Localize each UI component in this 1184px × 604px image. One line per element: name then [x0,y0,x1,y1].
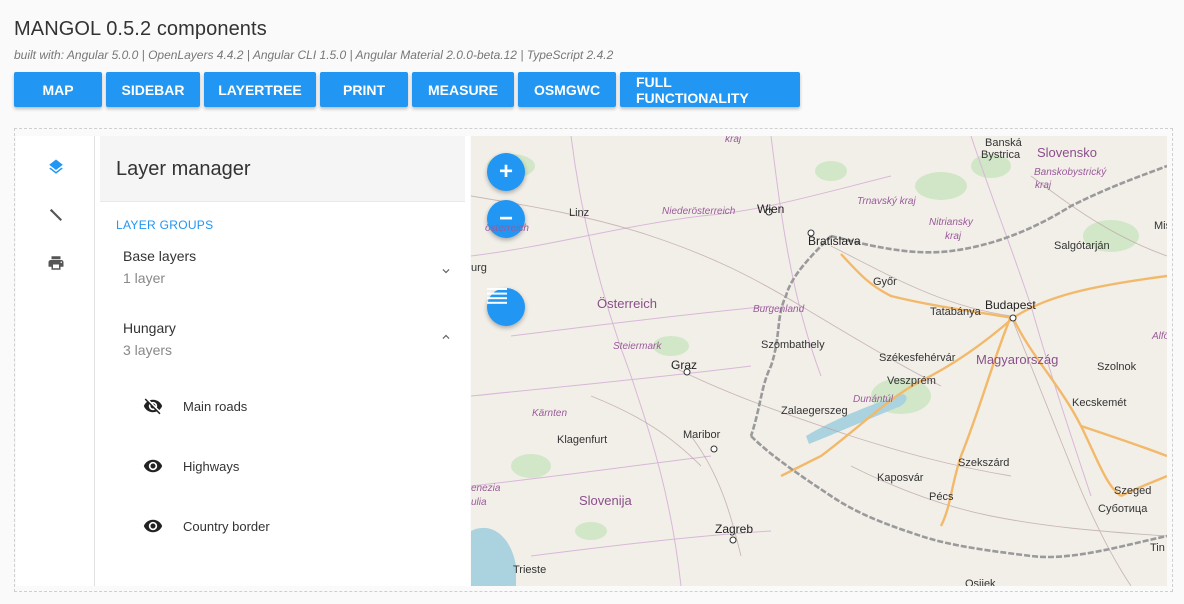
chevron-up-icon[interactable] [439,330,453,344]
eye-icon[interactable] [143,456,163,476]
map-label: Banská [985,137,1022,149]
group-name: Base layers [123,248,197,264]
map-label: Kärnten [532,408,568,419]
sidebar-icon-rail [16,136,95,586]
group-count: 1 layer [123,270,166,286]
map-label: Maribor [683,429,721,441]
layer-manager-title: Layer manager [116,158,251,180]
map-label: Salgótarján [1054,240,1110,252]
map-label: Klagenfurt [557,434,608,446]
map-label: Slovensko [1037,145,1097,160]
group-count: 3 layers [123,342,173,358]
map-label: Bystrica [981,149,1021,161]
map-label: Tatabánya [930,306,981,318]
map-label: Győr [873,276,897,288]
map-label: Székesfehérvár [879,352,956,364]
layer-manager-header: Layer manager [100,136,465,202]
eye-off-icon[interactable] [143,396,163,416]
layer-label: Country border [183,518,270,534]
map-button[interactable]: MAP [14,72,102,107]
map-label: Szolnok [1097,361,1137,373]
map-label: kraj [1035,180,1052,191]
map-label: Graz [671,358,698,372]
measure-button[interactable]: MEASURE [412,72,514,107]
osmgwc-button[interactable]: OSMGWC [518,72,616,107]
map-tiles [471,136,1167,586]
map-label: Banskobystrický [1034,167,1107,178]
app-subtitle: built with: Angular 5.0.0 | OpenLayers 4… [14,48,614,62]
map-label: Slovenija [579,493,632,508]
print-button[interactable]: PRINT [320,72,408,107]
layer-item-highways: Highways [143,456,239,476]
map-label: urg [471,262,487,274]
map-label: Wien [757,202,785,216]
layertree-button[interactable]: LAYERTREE [204,72,316,107]
layer-label: Main roads [183,398,248,414]
map-label: Kaposvár [877,472,924,484]
group-name: Hungary [123,320,176,336]
map-label: Burgenland [753,304,805,315]
map-label: Tin [1150,542,1165,554]
map-label: österreich [485,223,529,234]
print-icon[interactable] [47,254,65,272]
map-label: Pécs [929,491,954,503]
map-label: Österreich [597,296,657,311]
map-label: Niederösterreich [662,206,736,217]
map-label: Bratislava [808,234,861,248]
map-label: Zalaegerszeg [781,405,848,417]
map-label: Magyarország [976,352,1059,367]
menu-lines-icon [487,288,507,304]
map-label: Trieste [513,564,547,576]
group-hungary[interactable]: Hungary 3 layers [123,320,453,358]
chevron-down-icon[interactable] [439,264,453,278]
map-label: Nitriansky [929,217,973,228]
map-label: ulia [471,497,487,508]
map-label: enezia [471,483,501,494]
map-label: Steiermark [613,341,662,352]
layer-item-country-border: Country border [143,516,270,536]
map-label: kraj [945,231,962,242]
map-label: kraj [725,136,742,145]
map-viewport[interactable]: + − kraj Banská Bystrica Slovensko Bansk… [471,136,1167,586]
ruler-icon[interactable] [47,206,65,224]
map-label: Dunántúl [853,394,894,405]
map-label: Veszprém [887,375,936,387]
map-label: Budapest [985,298,1036,312]
map-label: Mis [1154,220,1167,232]
map-label: Szeged [1114,485,1152,497]
sidebar-button[interactable]: SIDEBAR [106,72,200,107]
zoom-in-button[interactable]: + [487,153,525,191]
map-label: Kecskemét [1072,397,1127,409]
map-label: Trnavský kraj [857,196,916,207]
map-label: Zagreb [715,522,754,536]
map-label: Osijek [965,578,996,586]
group-base-layers[interactable]: Base layers 1 layer [123,248,453,286]
app-title: MANGOL 0.5.2 components [14,18,267,40]
map-label: Szombathely [761,339,825,351]
map-label: Linz [569,207,590,219]
eye-icon[interactable] [143,516,163,536]
map-label: Alfö [1152,331,1167,342]
layer-item-main-roads: Main roads [143,396,247,416]
full-functionality-button[interactable]: FULL FUNCTIONALITY [620,72,800,107]
map-label: Суботица [1098,503,1148,515]
layer-groups-caption: LAYER GROUPS [116,218,214,232]
nav-button-bar: MAP SIDEBAR LAYERTREE PRINT MEASURE OSMG… [14,72,800,107]
layer-label: Highways [183,458,240,474]
layers-icon[interactable] [47,158,65,176]
layer-manager-panel: Layer manager LAYER GROUPS Base layers 1… [95,136,470,586]
map-label: Szekszárd [958,457,1010,469]
layer-list-button[interactable] [487,288,525,326]
